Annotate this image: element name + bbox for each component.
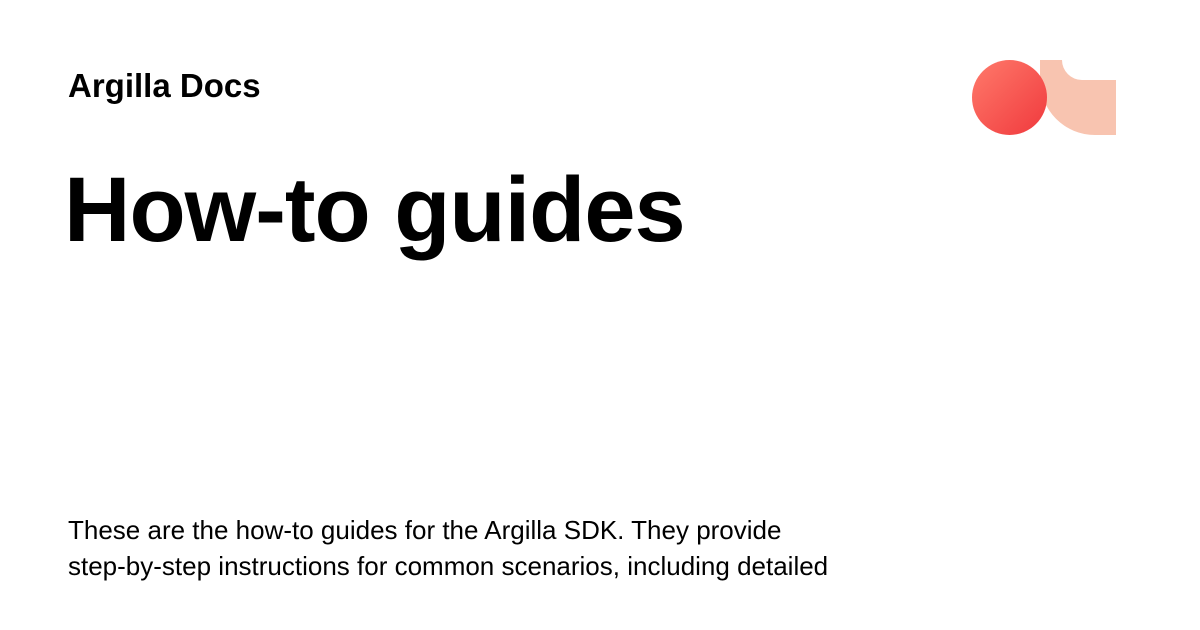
logo-circle bbox=[972, 60, 1047, 135]
page-description: These are the how-to guides for the Argi… bbox=[68, 512, 948, 584]
page-title: How-to guides bbox=[64, 159, 686, 261]
site-name: Argilla Docs bbox=[68, 67, 261, 104]
description-line-1: These are the how-to guides for the Argi… bbox=[68, 515, 782, 545]
logo-arc bbox=[1040, 60, 1116, 135]
social-card: Argilla Docs How-to guides These are the… bbox=[0, 0, 1200, 630]
description-line-2: step-by-step instructions for common sce… bbox=[68, 551, 829, 581]
argilla-logo-icon bbox=[972, 60, 1116, 135]
